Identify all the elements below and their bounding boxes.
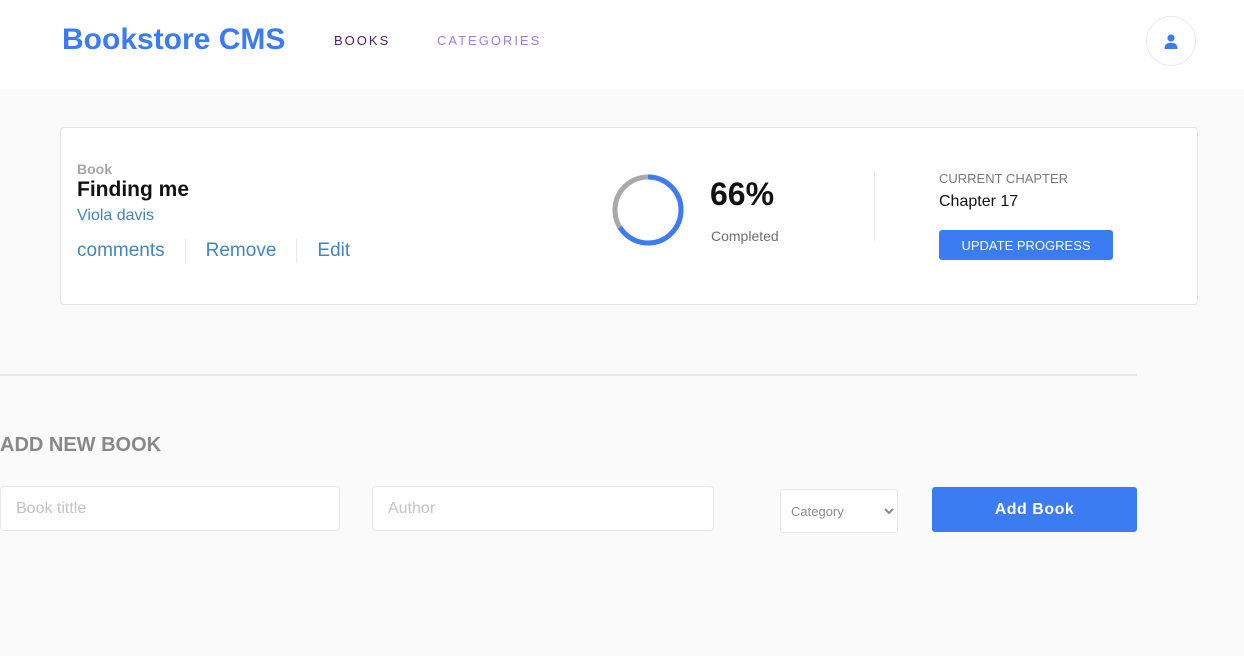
progress-ring (612, 174, 684, 246)
edit-button[interactable]: Edit (317, 240, 350, 262)
navbar: Bookstore CMS BOOKS CATEGORIES (0, 0, 1244, 89)
author-input[interactable] (372, 486, 714, 531)
progress-completed-label: Completed (711, 228, 779, 244)
update-progress-button[interactable]: UPDATE PROGRESS (939, 230, 1113, 260)
book-title: Finding me (77, 178, 189, 201)
user-icon (1164, 33, 1178, 49)
add-book-button[interactable]: Add Book (932, 487, 1137, 532)
section-divider (0, 374, 1137, 376)
category-select[interactable]: Category (780, 489, 898, 533)
user-profile-button[interactable] (1146, 16, 1196, 66)
book-actions: comments Remove Edit (77, 239, 350, 263)
current-chapter-value: Chapter 17 (939, 193, 1019, 210)
progress-divider (874, 171, 875, 241)
comments-button[interactable]: comments (77, 240, 165, 262)
book-genre: Book (77, 161, 112, 177)
current-chapter-label: CURRENT CHAPTER (939, 171, 1069, 186)
progress-percent: 66% (710, 176, 775, 212)
book-author[interactable]: Viola davis (77, 207, 154, 225)
book-title-input[interactable] (0, 486, 340, 531)
book-card: Book Finding me Viola davis comments Rem… (60, 127, 1198, 305)
remove-button[interactable]: Remove (206, 240, 277, 262)
add-book-heading: ADD NEW BOOK (0, 434, 162, 456)
nav-categories[interactable]: CATEGORIES (437, 33, 541, 48)
action-divider (296, 239, 298, 263)
brand-logo[interactable]: Bookstore CMS (62, 23, 285, 57)
nav-books[interactable]: BOOKS (334, 33, 390, 48)
action-divider (184, 239, 186, 263)
